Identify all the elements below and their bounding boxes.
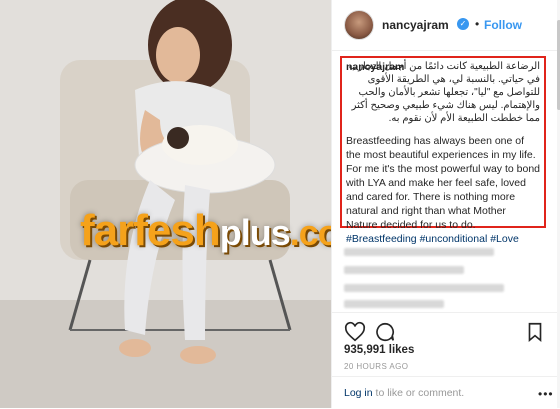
blurred-comment xyxy=(344,284,504,292)
action-bar xyxy=(332,312,560,347)
header-separator: • xyxy=(475,17,480,31)
hashtag-breastfeeding[interactable]: #Breastfeeding xyxy=(346,233,417,245)
heart-icon[interactable] xyxy=(344,321,366,343)
caption-english-text: Breastfeeding has always been one of the… xyxy=(346,135,541,231)
comment-icon[interactable] xyxy=(374,321,396,343)
blurred-comment xyxy=(344,266,464,274)
login-prompt: Log in to like or comment. xyxy=(344,387,464,399)
post-timestamp[interactable]: 20 HOURS AGO xyxy=(344,362,408,371)
watermark-logo: farfeshplus.com xyxy=(80,206,331,256)
watermark-plus: plus xyxy=(219,212,291,253)
avatar[interactable] xyxy=(344,10,374,40)
login-row: Log in to like or comment. ••• xyxy=(332,376,560,409)
verified-icon: ✓ xyxy=(457,18,469,30)
watermark-main: farfesh xyxy=(80,206,221,255)
post-header: nancyajram ✓ • Follow xyxy=(332,0,560,51)
login-rest: to like or comment. xyxy=(372,387,465,399)
like-count[interactable]: 935,991 likes xyxy=(344,344,414,356)
post-side-panel: nancyajram ✓ • Follow nancyajram الرضاعة… xyxy=(331,0,560,408)
watermark-dotcom: .com xyxy=(289,212,331,253)
blurred-comment xyxy=(344,248,494,256)
bookmark-icon[interactable] xyxy=(524,321,546,343)
hashtag-unconditional[interactable]: #unconditional xyxy=(420,233,488,245)
caption-arabic: الرضاعة الطبيعية كانت دائمًا من أجمل الت… xyxy=(348,61,540,124)
follow-button[interactable]: Follow xyxy=(484,18,522,32)
post-photo: farfeshplus.com xyxy=(0,0,331,408)
photo-illustration xyxy=(0,0,331,408)
more-options-icon[interactable]: ••• xyxy=(538,387,554,401)
login-link[interactable]: Log in xyxy=(344,387,373,399)
caption-english: Breastfeeding has always been one of the… xyxy=(346,134,540,246)
caption-highlight: nancyajram الرضاعة الطبيعية كانت دائمًا … xyxy=(340,56,546,245)
hashtag-love[interactable]: #Love xyxy=(490,233,519,245)
blurred-comment xyxy=(344,300,444,308)
header-username[interactable]: nancyajram xyxy=(382,18,449,32)
